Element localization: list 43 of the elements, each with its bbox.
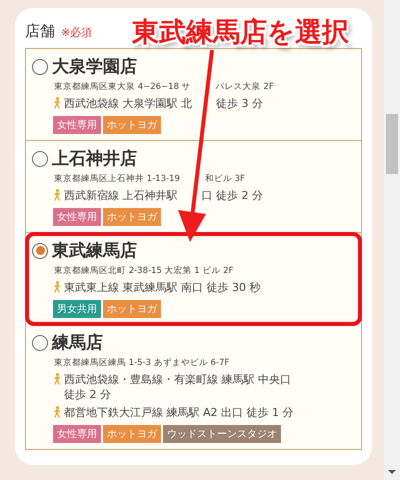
store-address: 和ビル 3F	[204, 173, 245, 185]
store-address: 東京都練馬区北町 2-38-15 大宏第 1 ビル 2F	[54, 265, 234, 277]
store-option[interactable]: 東武練馬店 東京都練馬区北町 2-38-15 大宏第 1 ビル 2F 東武東上線 東武練馬駅 南口 徒歩 30 秒 男女共用 ホットヨガ	[26, 233, 361, 325]
scrollbar[interactable]	[384, 0, 400, 480]
store-option[interactable]: 練馬店 東京都練馬区練馬 1-5-3 あずまやビル 6-7F 西武池袋線・豊島線・有楽町線 練馬駅 中央口 徒歩 2 分 都営地下鉄大江戸線 練馬駅 A2 出口 徒歩 1 分 女性専用 ホットヨガ ウッドストーンスタジオ	[26, 325, 361, 449]
annotation-text: 東武練馬店を選択	[132, 16, 349, 50]
store-address: 東京都練馬区東大泉 4−26−18 サ	[54, 81, 191, 93]
radio-button[interactable]	[32, 150, 48, 166]
required-note: ※必須	[61, 25, 92, 40]
access-info: 西武池袋線 大泉学園駅 北	[64, 96, 192, 111]
walking-person-icon	[52, 373, 62, 385]
radio-button[interactable]	[32, 242, 48, 258]
field-label: 店舗	[25, 22, 55, 41]
access-info: 西武新宿線 上石神井駅	[64, 188, 178, 203]
store-name: 大泉学園店	[52, 56, 137, 78]
walking-person-icon	[52, 97, 62, 109]
tag: ホットヨガ	[103, 116, 161, 134]
access-info: 西武池袋線・豊島線・有楽町線 練馬駅 中央口	[64, 372, 291, 387]
store-address: 東京都練馬区上石神井 1-13-19	[54, 173, 180, 185]
tag: 女性専用	[53, 208, 101, 226]
walking-person-icon	[52, 189, 62, 201]
access-info: 都営地下鉄大江戸線 練馬駅 A2 出口 徒歩 1 分	[64, 405, 294, 420]
tag: ウッドストーンスタジオ	[163, 425, 281, 443]
store-name: 東武練馬店	[52, 240, 137, 262]
radio-button[interactable]	[32, 58, 48, 74]
tag: ホットヨガ	[103, 208, 161, 226]
store-name: 練馬店	[52, 332, 103, 354]
access-info: 徒歩 2 分	[64, 387, 112, 402]
store-option[interactable]: 大泉学園店 東京都練馬区東大泉 4−26−18 サ パレス大泉 2F 西武池袋線 大泉学園駅 北 徒歩 3 分 女性専用 ホットヨガ	[26, 49, 361, 141]
tag: 女性専用	[53, 116, 101, 134]
radio-button[interactable]	[32, 334, 48, 350]
access-info: 口 徒歩 2 分	[202, 188, 263, 203]
walking-person-icon	[52, 281, 62, 293]
access-info: 東武東上線 東武練馬駅 南口 徒歩 30 秒	[64, 280, 260, 295]
tag: ホットヨガ	[103, 300, 161, 318]
store-address: パレス大泉 2F	[216, 81, 274, 93]
tag: ホットヨガ	[103, 425, 161, 443]
walking-person-icon	[52, 406, 62, 418]
store-address: 東京都練馬区練馬 1-5-3 あずまやビル 6-7F	[54, 357, 230, 369]
tag: 男女共用	[53, 300, 101, 318]
tag: 女性専用	[53, 425, 101, 443]
store-name: 上石神井店	[52, 148, 137, 170]
access-info: 徒歩 3 分	[216, 96, 263, 111]
